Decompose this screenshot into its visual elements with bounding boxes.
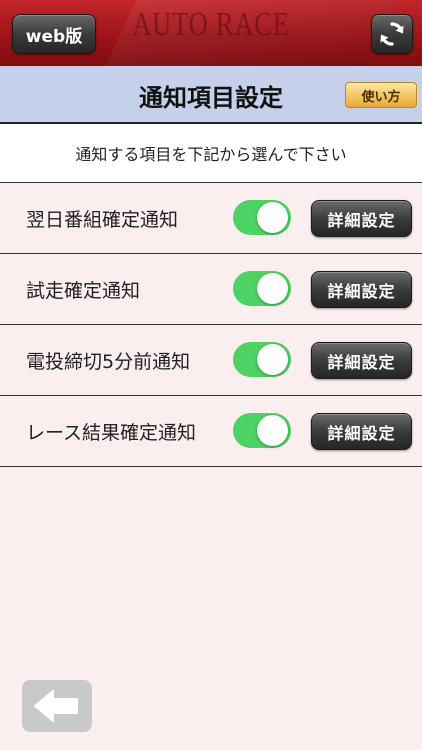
notification-toggle[interactable] (233, 271, 291, 306)
toggle-knob (257, 202, 288, 233)
setting-label: 試走確定通知 (26, 279, 141, 302)
refresh-icon (380, 22, 404, 46)
refresh-button[interactable] (371, 14, 413, 54)
notification-toggle[interactable] (233, 342, 291, 377)
setting-row-betting-deadline: 電投締切5分前通知 詳細設定 (0, 325, 422, 396)
notification-toggle[interactable] (233, 200, 291, 235)
setting-row-race-result: レース結果確定通知 詳細設定 (0, 396, 422, 467)
detail-settings-button[interactable]: 詳細設定 (311, 271, 412, 308)
setting-label: 翌日番組確定通知 (26, 208, 179, 231)
setting-label: 電投締切5分前通知 (26, 350, 191, 373)
toggle-knob (257, 415, 288, 446)
web-version-button[interactable]: web版 (12, 14, 96, 54)
how-to-use-button[interactable]: 使い方 (345, 82, 417, 108)
setting-row-next-day-program: 翌日番組確定通知 詳細設定 (0, 183, 422, 254)
notification-toggle[interactable] (233, 413, 291, 448)
setting-label: レース結果確定通知 (26, 421, 197, 444)
detail-settings-button[interactable]: 詳細設定 (311, 342, 412, 379)
back-button[interactable] (22, 680, 92, 732)
instruction-text: 通知する項目を下記から選んで下さい (0, 124, 422, 183)
detail-settings-button[interactable]: 詳細設定 (311, 200, 412, 237)
back-arrow-icon (34, 690, 78, 722)
toggle-knob (257, 273, 288, 304)
detail-settings-button[interactable]: 詳細設定 (311, 413, 412, 450)
page-header: 通知項目設定 使い方 (0, 66, 422, 124)
top-bar: AUTO RACE web版 (0, 0, 422, 66)
setting-row-trial-run: 試走確定通知 詳細設定 (0, 254, 422, 325)
toggle-knob (257, 344, 288, 375)
